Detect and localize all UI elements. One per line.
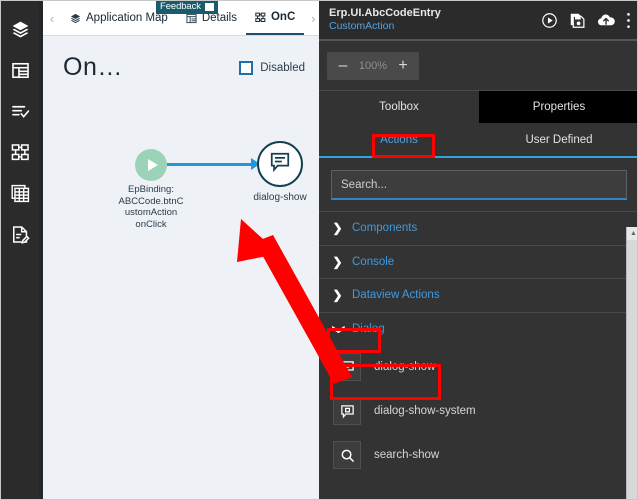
- dialog-system-icon: [333, 397, 361, 425]
- flag-icon: [204, 2, 214, 11]
- start-node-label-line: ustomAction: [124, 207, 178, 218]
- layer-subtitle: CustomAction: [329, 20, 395, 33]
- dialog-show-node[interactable]: [257, 141, 303, 187]
- feedback-tag[interactable]: Feedback: [156, 1, 218, 14]
- more-vertical-icon[interactable]: [626, 12, 631, 29]
- tab-label: User Defined: [525, 133, 593, 146]
- accordion-dataview-actions[interactable]: ❯ Dataview Actions: [319, 278, 637, 312]
- tab-properties[interactable]: Properties: [479, 91, 637, 123]
- play-icon: [147, 159, 158, 171]
- toolbox-header: Erp.UI.AbcCodeEntry CustomAction: [319, 1, 637, 41]
- accordion-label: Components: [352, 222, 418, 235]
- page-title: On…: [63, 53, 123, 81]
- secondary-tab-row: Actions User Defined: [319, 123, 637, 158]
- tab-label: Details: [201, 12, 237, 24]
- tab-toolbox[interactable]: Toolbox: [319, 91, 479, 123]
- accordion-label: Dataview Actions: [352, 289, 440, 302]
- disabled-checkbox[interactable]: [239, 61, 254, 75]
- accordion-components[interactable]: ❯ Components: [319, 211, 637, 245]
- flow-connector-line: [167, 163, 254, 166]
- layers-icon[interactable]: [1, 9, 39, 50]
- feedback-label: Feedback: [160, 1, 201, 12]
- start-node-label-line: EpBinding:: [128, 184, 174, 195]
- chevron-right-icon: ❯: [332, 254, 343, 269]
- dialog-show-node-label: dialog-show: [253, 192, 307, 203]
- tab-label: Application Map: [86, 12, 168, 24]
- zoom-bar: – 100% +: [319, 41, 637, 91]
- zoom-out-button[interactable]: –: [336, 57, 350, 74]
- tab-oncustomaction[interactable]: OnC: [245, 2, 305, 35]
- start-node-label: EpBinding: ABCCode.btnC ustomAction onCl…: [113, 184, 189, 230]
- erp-application-studio-window: ‹ Application Map Details OnC › On… Disa…: [0, 0, 638, 500]
- list-item-dialog-show[interactable]: dialog-show: [319, 345, 637, 389]
- disabled-label: Disabled: [260, 62, 305, 74]
- tab-user-defined[interactable]: User Defined: [479, 123, 637, 156]
- sitemap-icon[interactable]: [1, 132, 39, 173]
- list-item-label: dialog-show-system: [374, 405, 476, 417]
- zoom-in-button[interactable]: +: [396, 57, 410, 74]
- toolbox-header-actions: [541, 11, 631, 29]
- start-node-label-line: ABCCode.btnC: [118, 195, 184, 207]
- zoom-level-value: 100%: [358, 59, 388, 72]
- list-item-label: dialog-show: [374, 361, 436, 373]
- search-input[interactable]: Search...: [331, 170, 627, 200]
- accordion-console[interactable]: ❯ Console: [319, 244, 637, 278]
- tabstrip-next-arrow[interactable]: ›: [304, 12, 319, 25]
- upload-cloud-icon[interactable]: [597, 11, 615, 29]
- layers-icon: [70, 13, 81, 24]
- scroll-up-arrow-icon: ▲: [630, 230, 637, 237]
- toolbox-scrollbar[interactable]: ▲: [626, 227, 637, 499]
- dialog-icon: [269, 151, 291, 178]
- details-icon: [186, 13, 197, 24]
- primary-tab-row: Toolbox Properties: [319, 91, 637, 123]
- accordion-label: Console: [352, 255, 395, 268]
- tab-label: OnC: [270, 11, 296, 23]
- tabstrip-prev-arrow[interactable]: ‹: [43, 12, 61, 25]
- toolbox-header-titles: Erp.UI.AbcCodeEntry CustomAction: [329, 7, 541, 34]
- search-wrapper: Search...: [319, 158, 637, 211]
- start-node-label-line: onClick: [135, 218, 167, 230]
- tab-label: Toolbox: [379, 101, 419, 113]
- grid-icon[interactable]: [1, 173, 39, 214]
- layout-icon[interactable]: [1, 50, 39, 91]
- dialog-icon: [333, 353, 361, 381]
- left-icon-rail: [1, 1, 39, 499]
- chevron-right-icon: ❯: [332, 288, 343, 303]
- chevron-right-icon: ❯: [332, 221, 343, 236]
- sitemap-icon: [255, 12, 266, 23]
- tab-label: Properties: [532, 101, 586, 113]
- chevron-down-icon: ❮: [330, 324, 345, 335]
- layer-title: Erp.UI.AbcCodeEntry: [329, 6, 441, 19]
- search-icon: [333, 441, 361, 469]
- disabled-checkbox-group[interactable]: Disabled: [239, 61, 305, 75]
- designer-canvas-panel: ‹ Application Map Details OnC › On… Disa…: [43, 1, 319, 499]
- actions-accordion-list: ❯ Components ❯ Console ❯ Dataview Action…: [319, 211, 637, 477]
- list-item-search-show[interactable]: search-show: [319, 433, 637, 477]
- zoom-widget: – 100% +: [327, 51, 419, 80]
- toolbox-panel: Erp.UI.AbcCodeEntry CustomAction – 100% …: [319, 1, 637, 499]
- run-icon[interactable]: [541, 12, 558, 29]
- tab-label: Actions: [380, 133, 418, 146]
- save-icon[interactable]: [569, 12, 586, 29]
- list-item-dialog-show-system[interactable]: dialog-show-system: [319, 389, 637, 433]
- tab-actions[interactable]: Actions: [319, 123, 479, 156]
- accordion-label: Dialog: [352, 322, 385, 335]
- checklist-icon[interactable]: [1, 91, 39, 132]
- list-item-label: search-show: [374, 449, 440, 461]
- scroll-up-button[interactable]: ▲: [627, 227, 637, 240]
- document-edit-icon[interactable]: [1, 214, 39, 255]
- accordion-dialog[interactable]: ❮ Dialog: [319, 311, 637, 345]
- start-node[interactable]: [135, 149, 167, 181]
